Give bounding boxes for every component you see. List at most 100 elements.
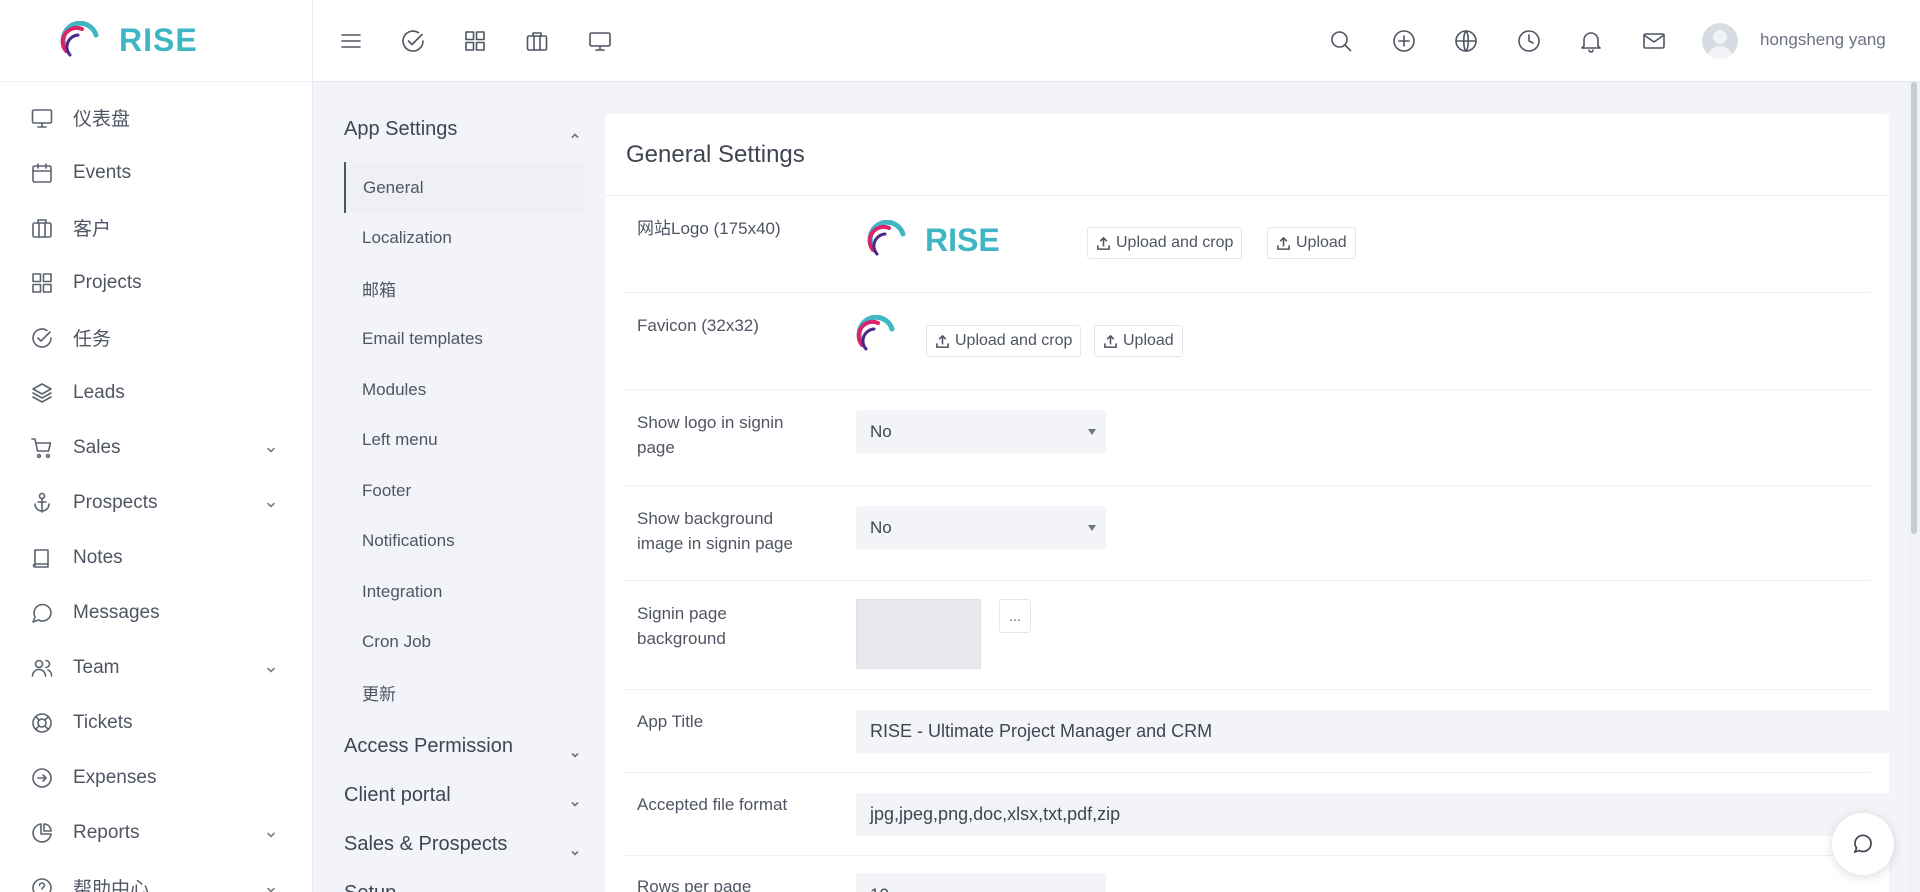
chevron-down-icon[interactable] [266,827,276,838]
plus-circle-icon[interactable] [1391,28,1417,54]
chevron-down-icon [570,792,580,807]
favicon-upload-button[interactable]: Upload [1094,325,1183,357]
settings-group-access-permission[interactable]: Access Permission [344,722,584,771]
settings-group-title: App Settings [344,117,458,140]
sidebar-item-expenses[interactable]: Expenses [0,750,312,805]
sidebar-item-tasks[interactable]: 任务 [0,310,312,365]
arrow-circle-icon [32,767,52,788]
sidebar-item-label: Reports [73,821,140,843]
app-title-row: App Title RISE - Ultimate Project Manage… [625,690,1889,773]
upload-crop-label: Upload and crop [955,332,1073,349]
settings-group-title: Access Permission [344,735,513,757]
favicon-upload-crop-button[interactable]: Upload and crop [926,325,1082,357]
logo-upload-crop-button[interactable]: Upload and crop [1087,227,1243,259]
sidebar-item-team[interactable]: Team [0,640,312,695]
general-settings-card: General Settings 网站Logo (175x40) RISE Up… [605,114,1889,892]
sidebar-item-label: 任务 [73,329,112,350]
sidebar-item-clients[interactable]: 客户 [0,200,312,255]
signin-background-row: Signin page background ... [625,581,1870,690]
show-background-label: Show background image in signin page [637,509,793,553]
chevron-down-icon[interactable] [266,662,276,673]
logo-upload-button[interactable]: Upload [1267,227,1356,259]
caret-down-icon [1088,429,1096,435]
page-title: General Settings [605,114,1889,196]
select-value: No [870,517,892,537]
sidebar-item-notes[interactable]: Notes [0,530,312,585]
chevron-down-icon[interactable] [266,442,276,453]
sidebar-item-label: Expenses [73,766,157,788]
calendar-icon [32,162,52,183]
show-logo-select[interactable]: No [856,410,1106,453]
settings-item-footer[interactable]: Footer [344,466,584,517]
sidebar-item-sales[interactable]: Sales [0,420,312,475]
favicon-row: Favicon (32x32) Upload and crop Upload [625,293,1870,390]
app-title-input[interactable]: RISE - Ultimate Project Manager and CRM [856,710,1889,753]
show-background-row: Show background image in signin page No [625,486,1870,581]
settings-group-title: Setup [344,882,396,892]
chevron-down-icon[interactable] [266,497,276,508]
sidebar-item-tickets[interactable]: Tickets [0,695,312,750]
sidebar-item-projects[interactable]: Projects [0,255,312,310]
briefcase-icon[interactable] [524,28,550,54]
page-scrollbar[interactable] [1908,82,1920,892]
sidebar-item-reports[interactable]: Reports [0,805,312,860]
caret-down-icon [1088,525,1096,531]
chevron-down-icon[interactable] [266,882,276,892]
help-icon [32,877,52,892]
settings-item-email-templates[interactable]: Email templates [344,314,584,365]
sidebar-item-label: Prospects [73,491,158,513]
sidebar-item-label: Projects [73,271,142,293]
username[interactable]: hongsheng yang [1760,30,1886,50]
sidebar-item-events[interactable]: Events [0,145,312,200]
monitor-icon [31,108,53,128]
upload-icon [1104,334,1117,348]
check-circle-icon[interactable] [400,28,426,54]
settings-item-modules[interactable]: Modules [344,365,584,416]
monitor-icon[interactable] [587,28,613,54]
brand-logo[interactable]: RISE [0,0,312,82]
settings-group-sales-prospects[interactable]: Sales & Prospects [344,820,584,869]
settings-item-updates[interactable]: 更新 [344,668,584,719]
settings-group-client-portal[interactable]: Client portal [344,771,584,820]
settings-item-localization[interactable]: Localization [344,213,584,264]
show-background-select[interactable]: No [856,506,1106,549]
settings-item-email[interactable]: 邮箱 [344,264,584,315]
grid-icon [32,272,52,293]
rows-per-page-select[interactable]: 10 [856,873,1106,892]
settings-group-setup[interactable]: Setup [344,869,584,892]
signin-background-thumbnail[interactable] [856,599,981,669]
grid-icon[interactable] [462,28,488,54]
sidebar-item-label: 仪表盘 [73,109,131,130]
globe-icon[interactable] [1453,28,1479,54]
sidebar-item-prospects[interactable]: Prospects [0,475,312,530]
sidebar-item-messages[interactable]: Messages [0,585,312,640]
select-value: No [870,421,892,441]
settings-item-notifications[interactable]: Notifications [344,516,584,567]
settings-group-title: Client portal [344,784,451,806]
upload-label: Upload [1296,234,1347,251]
logo-preview-text: RISE [925,221,1000,258]
sidebar-item-dashboard[interactable]: 仪表盘 [0,90,312,145]
scrollbar-thumb[interactable] [1911,82,1917,534]
mail-icon[interactable] [1641,28,1667,54]
sidebar-item-leads[interactable]: Leads [0,365,312,420]
settings-item-left-menu[interactable]: Left menu [344,415,584,466]
menu-icon[interactable] [338,28,364,54]
settings-item-integration[interactable]: Integration [344,567,584,618]
settings-menu: App Settings General Localization 邮箱 Ema… [344,110,584,892]
bell-icon[interactable] [1578,28,1604,54]
sidebar-item-label: Messages [73,601,160,623]
clock-icon[interactable] [1516,28,1542,54]
rows-per-page-label: Rows per page [637,877,752,892]
search-icon[interactable] [1328,28,1354,54]
file-format-label: Accepted file format [637,795,788,814]
chat-button[interactable] [1832,813,1894,875]
settings-group-app-settings[interactable]: App Settings [344,110,584,148]
pie-chart-icon [32,822,52,843]
avatar[interactable] [1702,23,1738,59]
file-format-input[interactable]: jpg,jpeg,png,doc,xlsx,txt,pdf,zip [856,793,1889,836]
sidebar-item-help[interactable]: 帮助中心 [0,860,312,892]
settings-item-general[interactable]: General [344,162,584,213]
more-options-button[interactable]: ... [999,599,1031,633]
settings-item-cron-job[interactable]: Cron Job [344,617,584,668]
